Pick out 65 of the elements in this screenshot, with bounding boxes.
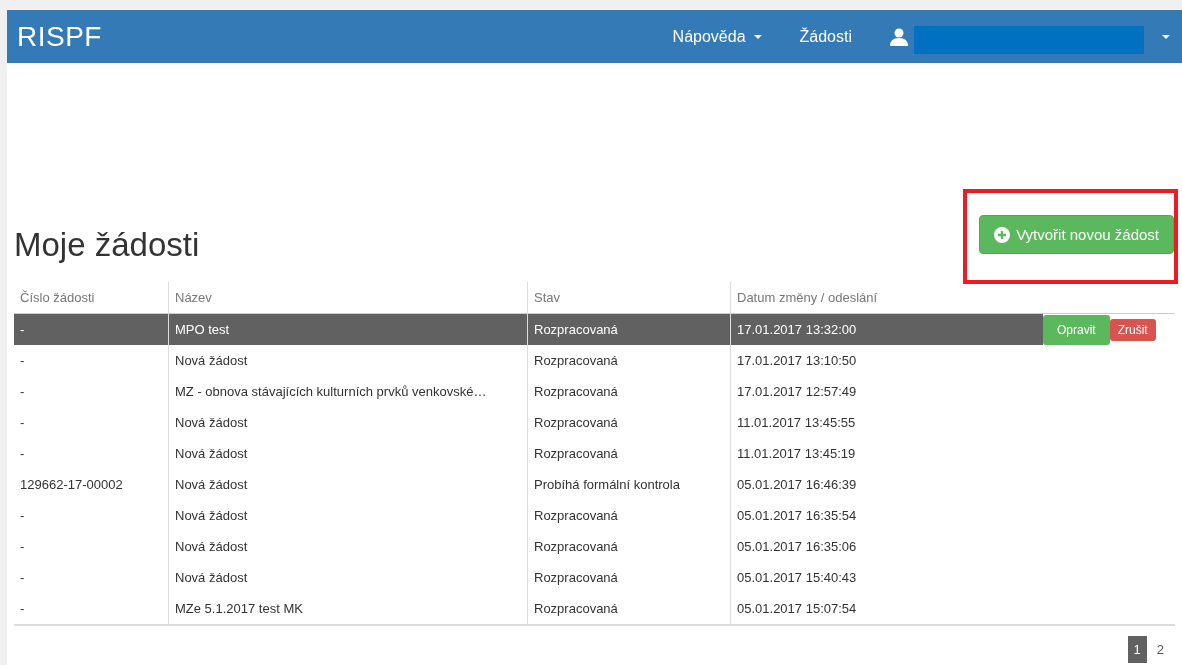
table-cell: 17.01.2017 13:32:00 [730, 313, 1043, 345]
table-row[interactable]: - Nová žádost Rozpracovaná 05.01.2017 16:35:54 [14, 500, 1175, 531]
table-row[interactable]: - Nová žádost Rozpracovaná 17.01.2017 13:10:50 [14, 345, 1175, 376]
table-cell: - [14, 562, 169, 593]
table-cell: 05.01.2017 16:46:39 [730, 469, 1043, 500]
table-cell: Rozpracovaná [527, 531, 731, 562]
table-cell: 05.01.2017 16:35:06 [730, 531, 1043, 562]
table-cell: 17.01.2017 13:10:50 [730, 345, 1043, 376]
table-cell: 05.01.2017 15:07:54 [730, 593, 1043, 625]
table-cell: 11.01.2017 13:45:19 [730, 438, 1043, 469]
table-cell: - [14, 345, 169, 376]
table-row[interactable]: 129662-17-00002 Nová žádost Probíhá formální kontrola 05.01.2017 16:46:39 [14, 469, 1175, 500]
nav-link[interactable]: Nápověda [672, 27, 762, 46]
caret-icon [1162, 34, 1170, 39]
table-cell: Rozpracovaná [527, 345, 731, 376]
table-cell: - [14, 313, 169, 345]
table-row[interactable]: - MZe 5.1.2017 test MK Rozpracovaná 05.01.2017 15:07:54 [14, 593, 1175, 625]
user-icon [890, 27, 908, 46]
table-cell: - [14, 593, 169, 625]
table-cell: Rozpracovaná [527, 407, 731, 438]
table-cell: Nová žádost [168, 407, 528, 438]
table-cell: 129662-17-00002 [14, 469, 169, 500]
table-cell: Nová žádost [168, 531, 528, 562]
table-cell: - [14, 500, 169, 531]
page-title: Moje žádosti [14, 226, 200, 264]
table-cell: Rozpracovaná [527, 593, 731, 625]
page-link[interactable]: 2 [1150, 636, 1170, 663]
table-row[interactable]: - Nová žádost Rozpracovaná 11.01.2017 13:45:19 [14, 438, 1175, 469]
table-cell: 05.01.2017 16:35:54 [730, 500, 1043, 531]
plus-circle-icon [994, 226, 1011, 243]
caret-icon [753, 34, 762, 39]
table-cell: Rozpracovaná [527, 376, 731, 407]
brand-logo[interactable]: RISPF [17, 20, 102, 53]
table-cell: Nová žádost [168, 469, 528, 500]
table-row[interactable]: - MPO test Rozpracovaná 17.01.2017 13:32:00 Opravit Zrušit [14, 313, 1175, 345]
table-row[interactable]: - Nová žádost Rozpracovaná 05.01.2017 15:40:43 [14, 562, 1175, 593]
column-header: Stav [527, 282, 731, 314]
table-row[interactable]: - MZ - obnova stávajících kulturních prvků venkovské… Rozpracovaná 17.01.2017 12:57:49 [14, 376, 1175, 407]
table-cell: Nová žádost [168, 438, 528, 469]
page-link[interactable]: 1 [1127, 636, 1147, 663]
table-cell: Nová žádost [168, 562, 528, 593]
table-cell: - [14, 376, 169, 407]
table-cell: Rozpracovaná [527, 500, 731, 531]
table-cell: 05.01.2017 15:40:43 [730, 562, 1043, 593]
table-cell: - [14, 531, 169, 562]
table-cell: MZ - obnova stávajících kulturních prvků venkovské… [168, 376, 528, 407]
table-cell: - [14, 407, 169, 438]
table-cell: Nová žádost [168, 345, 528, 376]
table-cell: 11.01.2017 13:45:55 [730, 407, 1043, 438]
table-cell: MPO test [168, 313, 528, 345]
table-row[interactable]: - Nová žádost Rozpracovaná 11.01.2017 13:45:55 [14, 407, 1175, 438]
cancel-button[interactable]: Zrušit [1109, 319, 1156, 342]
table-cell: Rozpracovaná [527, 438, 731, 469]
table-cell: Nová žádost [168, 500, 528, 531]
table-cell: Rozpracovaná [527, 562, 731, 593]
column-header: Název [168, 282, 528, 314]
nav-link[interactable]: Žádosti [799, 27, 852, 46]
table-cell: - [14, 438, 169, 469]
table-row[interactable]: - Nová žádost Rozpracovaná 05.01.2017 16:35:06 [14, 531, 1175, 562]
table-cell: Rozpracovaná [527, 313, 731, 345]
column-header: Číslo žádosti [14, 282, 169, 314]
column-header: Datum změny / odeslání [730, 282, 1043, 314]
table-cell: Probíhá formální kontrola [527, 469, 731, 500]
table-cell: MZe 5.1.2017 test MK [168, 593, 528, 625]
table-cell: 17.01.2017 12:57:49 [730, 376, 1043, 407]
